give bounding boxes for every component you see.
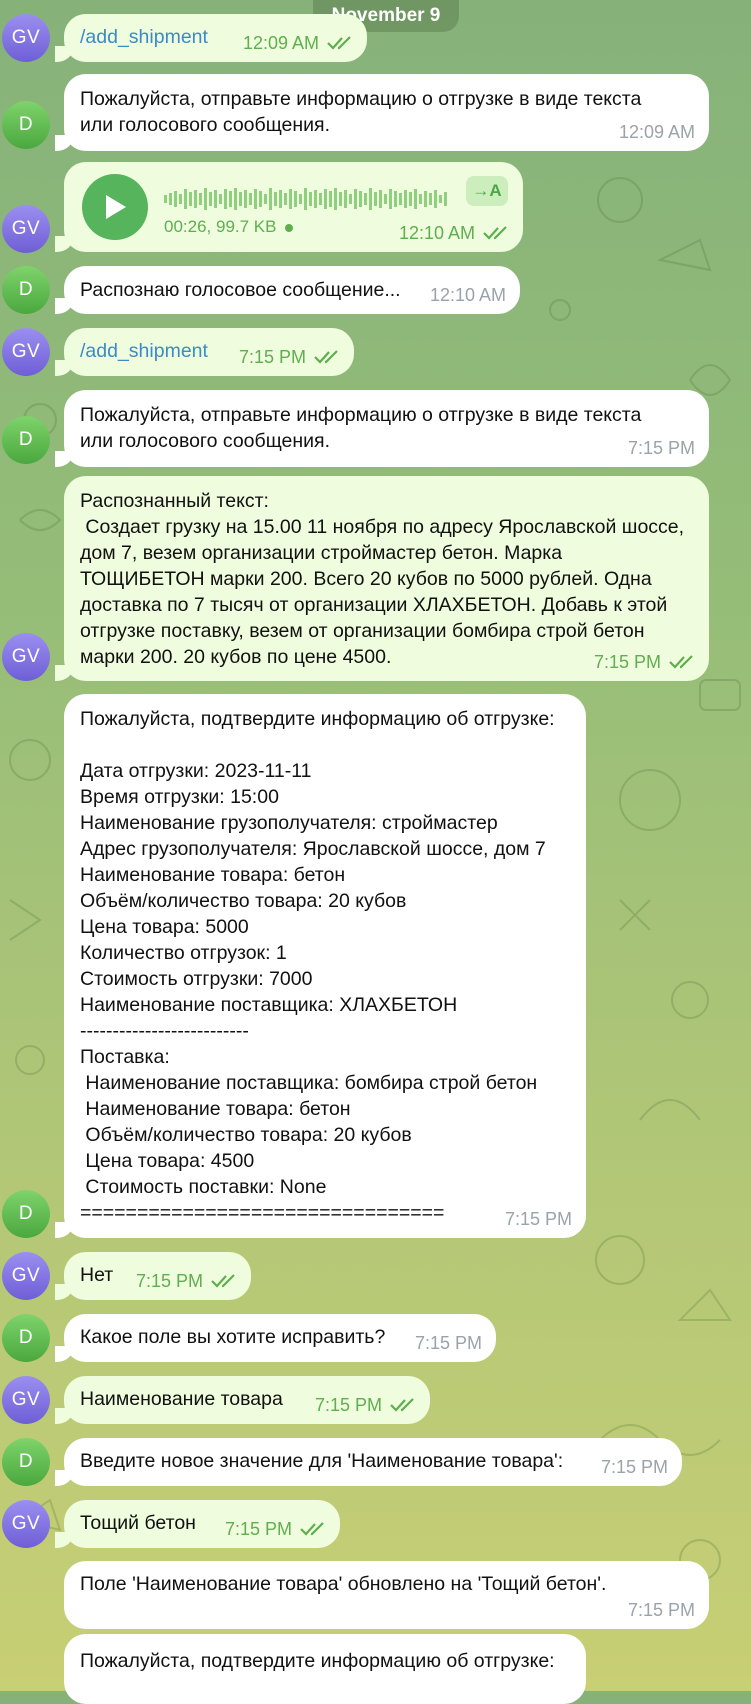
voice-duration-size: 00:26, 99.7 KB bbox=[164, 214, 294, 240]
message-bubble[interactable]: Тощий бетон 7:15 PM bbox=[55, 1500, 340, 1548]
message-bubble[interactable]: Наименование товара 7:15 PM bbox=[55, 1376, 430, 1424]
double-check-icon bbox=[669, 655, 693, 669]
unplayed-dot-icon bbox=[285, 223, 294, 232]
message-text: Введите новое значение для 'Наименование… bbox=[80, 1450, 564, 1472]
message-text: Какое поле вы хотите исправить? bbox=[80, 1326, 386, 1348]
avatar[interactable]: GV bbox=[2, 1252, 50, 1300]
avatar[interactable]: GV bbox=[2, 633, 50, 681]
message-bubble[interactable]: Нет 7:15 PM bbox=[55, 1252, 251, 1300]
double-check-icon bbox=[314, 350, 338, 364]
message-time: 12:09 AM bbox=[242, 33, 319, 53]
avatar[interactable]: D bbox=[2, 416, 50, 464]
message-text: Поле 'Наименование товара' обновлено на … bbox=[80, 1573, 607, 1595]
avatar[interactable]: GV bbox=[2, 14, 50, 62]
message-text: Пожалуйста, подтвердите информацию об от… bbox=[80, 1650, 555, 1672]
avatar[interactable]: GV bbox=[2, 1500, 50, 1548]
message-time: 7:15 PM bbox=[224, 1519, 292, 1539]
double-check-icon bbox=[211, 1274, 235, 1288]
message-text: Пожалуйста, отправьте информацию о отгру… bbox=[80, 404, 642, 452]
message-time: 7:15 PM bbox=[238, 347, 306, 367]
message-bubble[interactable]: /add_shipment 12:09 AM bbox=[55, 14, 367, 62]
message-text: Пожалуйста, отправьте информацию о отгру… bbox=[80, 88, 642, 136]
play-icon bbox=[106, 195, 126, 219]
avatar[interactable]: GV bbox=[2, 205, 50, 253]
bot-command-link[interactable]: /add_shipment bbox=[80, 24, 208, 50]
message-time: 7:15 PM bbox=[627, 438, 695, 458]
message-time: 7:15 PM bbox=[135, 1271, 203, 1291]
message-text: Нет bbox=[80, 1264, 114, 1286]
message-bubble[interactable]: Поле 'Наименование товара' обновлено на … bbox=[64, 1561, 709, 1629]
message-text: Пожалуйста, подтвердите информацию об от… bbox=[80, 708, 555, 1224]
avatar[interactable]: D bbox=[2, 101, 50, 149]
message-bubble[interactable]: Пожалуйста, подтвердите информацию об от… bbox=[55, 694, 586, 1238]
bot-command-link[interactable]: /add_shipment bbox=[80, 338, 208, 364]
avatar[interactable]: D bbox=[2, 1438, 50, 1486]
message-bubble[interactable]: Распознанный текст: Создает грузку на 15… bbox=[55, 476, 709, 681]
double-check-icon bbox=[327, 36, 351, 50]
avatar[interactable]: D bbox=[2, 266, 50, 314]
avatar[interactable]: GV bbox=[2, 1376, 50, 1424]
double-check-icon bbox=[483, 226, 507, 240]
message-text: Распознаю голосовое сообщение... bbox=[80, 279, 401, 301]
double-check-icon bbox=[390, 1398, 414, 1412]
avatar[interactable]: D bbox=[2, 1314, 50, 1362]
message-time: 12:10 AM bbox=[398, 223, 475, 243]
message-time: 12:10 AM bbox=[429, 285, 506, 305]
transcribe-button[interactable]: →A bbox=[466, 176, 508, 206]
message-bubble[interactable]: Какое поле вы хотите исправить? 7:15 PM bbox=[55, 1314, 496, 1362]
message-bubble[interactable]: /add_shipment 7:15 PM bbox=[55, 328, 354, 376]
message-time: 7:15 PM bbox=[314, 1395, 382, 1415]
message-bubble[interactable]: Пожалуйста, отправьте информацию о отгру… bbox=[55, 390, 709, 467]
message-bubble[interactable]: Введите новое значение для 'Наименование… bbox=[55, 1438, 682, 1486]
message-time: 7:15 PM bbox=[600, 1457, 668, 1477]
avatar[interactable]: GV bbox=[2, 328, 50, 376]
voice-message-bubble[interactable]: 00:26, 99.7 KB →A 12:10 AM bbox=[55, 162, 523, 252]
message-time: 12:09 AM bbox=[618, 122, 695, 142]
message-text: Тощий бетон bbox=[80, 1512, 196, 1534]
message-time: 7:15 PM bbox=[627, 1600, 695, 1620]
message-time: 7:15 PM bbox=[593, 652, 661, 672]
message-bubble[interactable]: Распознаю голосовое сообщение... 12:10 A… bbox=[55, 266, 520, 314]
double-check-icon bbox=[300, 1522, 324, 1536]
message-bubble[interactable]: Пожалуйста, подтвердите информацию об от… bbox=[64, 1634, 586, 1704]
message-bubble[interactable]: Пожалуйста, отправьте информацию о отгру… bbox=[55, 74, 709, 151]
voice-waveform[interactable] bbox=[164, 186, 454, 212]
message-text: Распознанный текст: Создает грузку на 15… bbox=[80, 490, 685, 668]
message-time: 7:15 PM bbox=[414, 1333, 482, 1353]
message-time: 7:15 PM bbox=[504, 1209, 572, 1229]
avatar[interactable]: D bbox=[2, 1190, 50, 1238]
play-button[interactable] bbox=[82, 174, 148, 240]
message-text: Наименование товара bbox=[80, 1388, 283, 1410]
